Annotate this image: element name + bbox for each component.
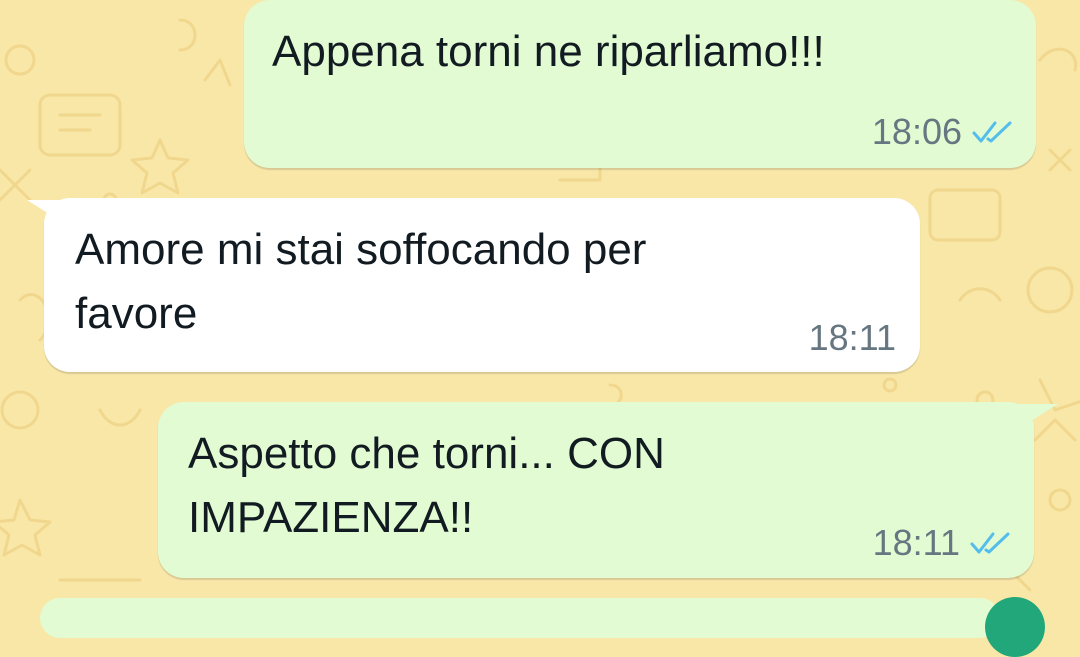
message-text: Amore mi stai soffocando per favore [75, 225, 647, 338]
outgoing-message[interactable]: Aspetto che torni... CON IMPAZIENZA!! 18… [158, 402, 1034, 578]
double-check-read-icon [972, 121, 1012, 143]
message-meta: 18:11 [809, 317, 896, 359]
partial-message [40, 598, 1000, 638]
message-meta: 18:06 [872, 111, 1014, 153]
message-time: 18:06 [871, 111, 962, 152]
outgoing-message[interactable]: Appena torni ne riparliamo!!! 18:06 [244, 0, 1036, 168]
incoming-message[interactable]: Amore mi stai soffocando per favore 18:1… [44, 198, 920, 372]
double-check-read-icon [970, 532, 1010, 554]
message-meta: 18:11 [873, 522, 1012, 564]
scroll-down-button[interactable] [985, 597, 1045, 657]
message-time: 18:11 [808, 317, 896, 358]
message-text: Appena torni ne riparliamo!!! [272, 27, 825, 76]
message-text: Aspetto che torni... CON IMPAZIENZA!! [188, 429, 665, 542]
message-time: 18:11 [872, 522, 960, 563]
